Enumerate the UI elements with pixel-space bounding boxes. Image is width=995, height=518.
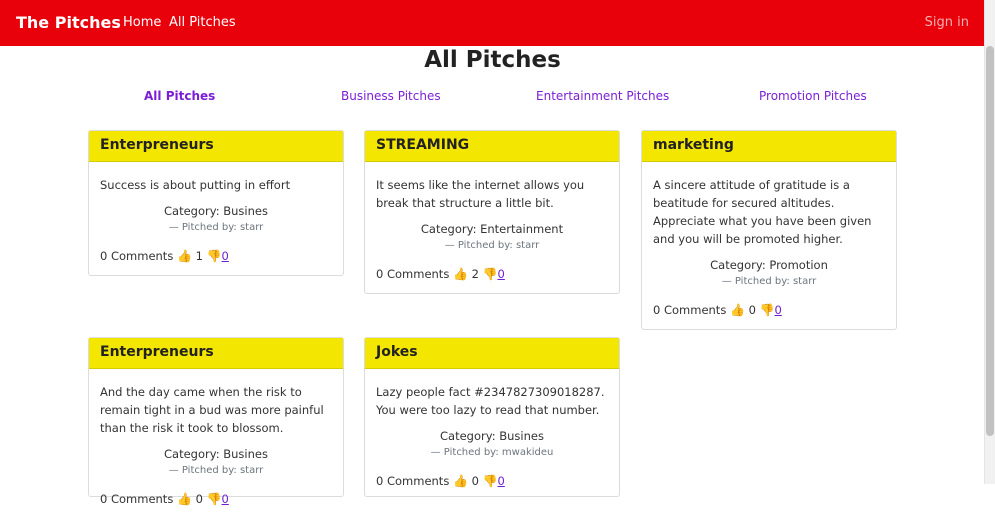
pitch-card-text: It seems like the internet allows you br… — [376, 178, 585, 210]
thumbs-up-icon[interactable]: 👍 — [177, 249, 192, 263]
thumbs-up-icon[interactable]: 👍 — [730, 303, 745, 317]
thumbs-down-icon[interactable]: 👎 — [207, 492, 222, 506]
pitch-card-footer: 0 Comments 👍 0 👎0 — [653, 301, 885, 319]
pitch-card-title: Enterpreneurs — [89, 338, 343, 369]
pitch-card-author: — Pitched by: starr — [168, 222, 264, 233]
comments-count[interactable]: 0 Comments — [376, 267, 449, 281]
pitch-card-category: Category: Busines — [440, 429, 544, 443]
pitch-card-footer: 0 Comments 👍 0 👎0 — [100, 490, 332, 508]
category-link-entertainment[interactable]: Entertainment Pitches — [536, 89, 669, 103]
pitch-card-title: Jokes — [365, 338, 619, 369]
downvote-count[interactable]: 0 — [498, 474, 505, 488]
upvote-count: 0 — [195, 492, 203, 506]
category-link-all[interactable]: All Pitches — [144, 89, 215, 103]
pitch-card-text: Success is about putting in effort — [100, 178, 291, 192]
upvote-count: 0 — [471, 474, 479, 488]
nav-home-link[interactable]: Home — [123, 15, 161, 30]
sign-in-link[interactable]: Sign in — [925, 15, 969, 30]
category-link-business[interactable]: Business Pitches — [341, 89, 441, 103]
pitch-card: Enterpreneurs Success is about putting i… — [88, 130, 344, 276]
pitch-card-text: A sincere attitude of gratitude is a bea… — [653, 178, 872, 246]
upvote-count: 1 — [195, 249, 203, 263]
thumbs-up-icon[interactable]: 👍 — [177, 492, 192, 506]
pitch-card-author: — Pitched by: starr — [721, 276, 817, 287]
downvote-count[interactable]: 0 — [222, 249, 229, 263]
pitch-card-footer: 0 Comments 👍 2 👎0 — [376, 265, 608, 283]
thumbs-up-icon[interactable]: 👍 — [453, 267, 468, 281]
comments-count[interactable]: 0 Comments — [100, 249, 173, 263]
thumbs-down-icon[interactable]: 👎 — [483, 267, 498, 281]
top-navbar: The Pitches Home All Pitches Sign in — [0, 0, 985, 46]
pitch-card-category: Category: Entertainment — [420, 222, 564, 236]
downvote-count[interactable]: 0 — [222, 492, 229, 506]
pitch-card-author: — Pitched by: starr — [444, 240, 540, 251]
pitch-card-title: marketing — [642, 131, 896, 162]
pitch-card-author: — Pitched by: mwakideu — [430, 447, 554, 458]
category-link-promotion[interactable]: Promotion Pitches — [759, 89, 867, 103]
thumbs-up-icon[interactable]: 👍 — [453, 474, 468, 488]
pitch-card-category: Category: Busines — [164, 447, 268, 461]
pitch-card-text: And the day came when the risk to remain… — [100, 385, 324, 435]
pitch-card-footer: 0 Comments 👍 0 👎0 — [376, 472, 608, 490]
pitch-card-category: Category: Promotion — [710, 258, 828, 272]
pitch-card-author: — Pitched by: starr — [168, 465, 264, 476]
pitch-card: marketing A sincere attitude of gratitud… — [641, 130, 897, 330]
thumbs-down-icon[interactable]: 👎 — [207, 249, 222, 263]
pitch-card-footer: 0 Comments 👍 1 👎0 — [100, 247, 332, 265]
downvote-count[interactable]: 0 — [498, 267, 505, 281]
page-scrollbar[interactable] — [984, 0, 995, 484]
comments-count[interactable]: 0 Comments — [653, 303, 726, 317]
pitch-card-title: Enterpreneurs — [89, 131, 343, 162]
thumbs-down-icon[interactable]: 👎 — [760, 303, 775, 317]
comments-count[interactable]: 0 Comments — [100, 492, 173, 506]
scrollbar-thumb[interactable] — [986, 46, 994, 436]
pitch-card: STREAMING It seems like the internet all… — [364, 130, 620, 294]
comments-count[interactable]: 0 Comments — [376, 474, 449, 488]
pitch-card-title: STREAMING — [365, 131, 619, 162]
nav-all-pitches-link[interactable]: All Pitches — [169, 15, 236, 30]
page-title: All Pitches — [424, 47, 561, 73]
pitch-card-category: Category: Busines — [164, 204, 268, 218]
upvote-count: 2 — [471, 267, 479, 281]
pitch-card-text: Lazy people fact #2347827309018287. You … — [376, 385, 605, 417]
pitch-card: Jokes Lazy people fact #2347827309018287… — [364, 337, 620, 497]
pitch-card: Enterpreneurs And the day came when the … — [88, 337, 344, 506]
brand-link[interactable]: The Pitches — [16, 13, 121, 32]
upvote-count: 0 — [748, 303, 756, 317]
downvote-count[interactable]: 0 — [775, 303, 782, 317]
thumbs-down-icon[interactable]: 👎 — [483, 474, 498, 488]
